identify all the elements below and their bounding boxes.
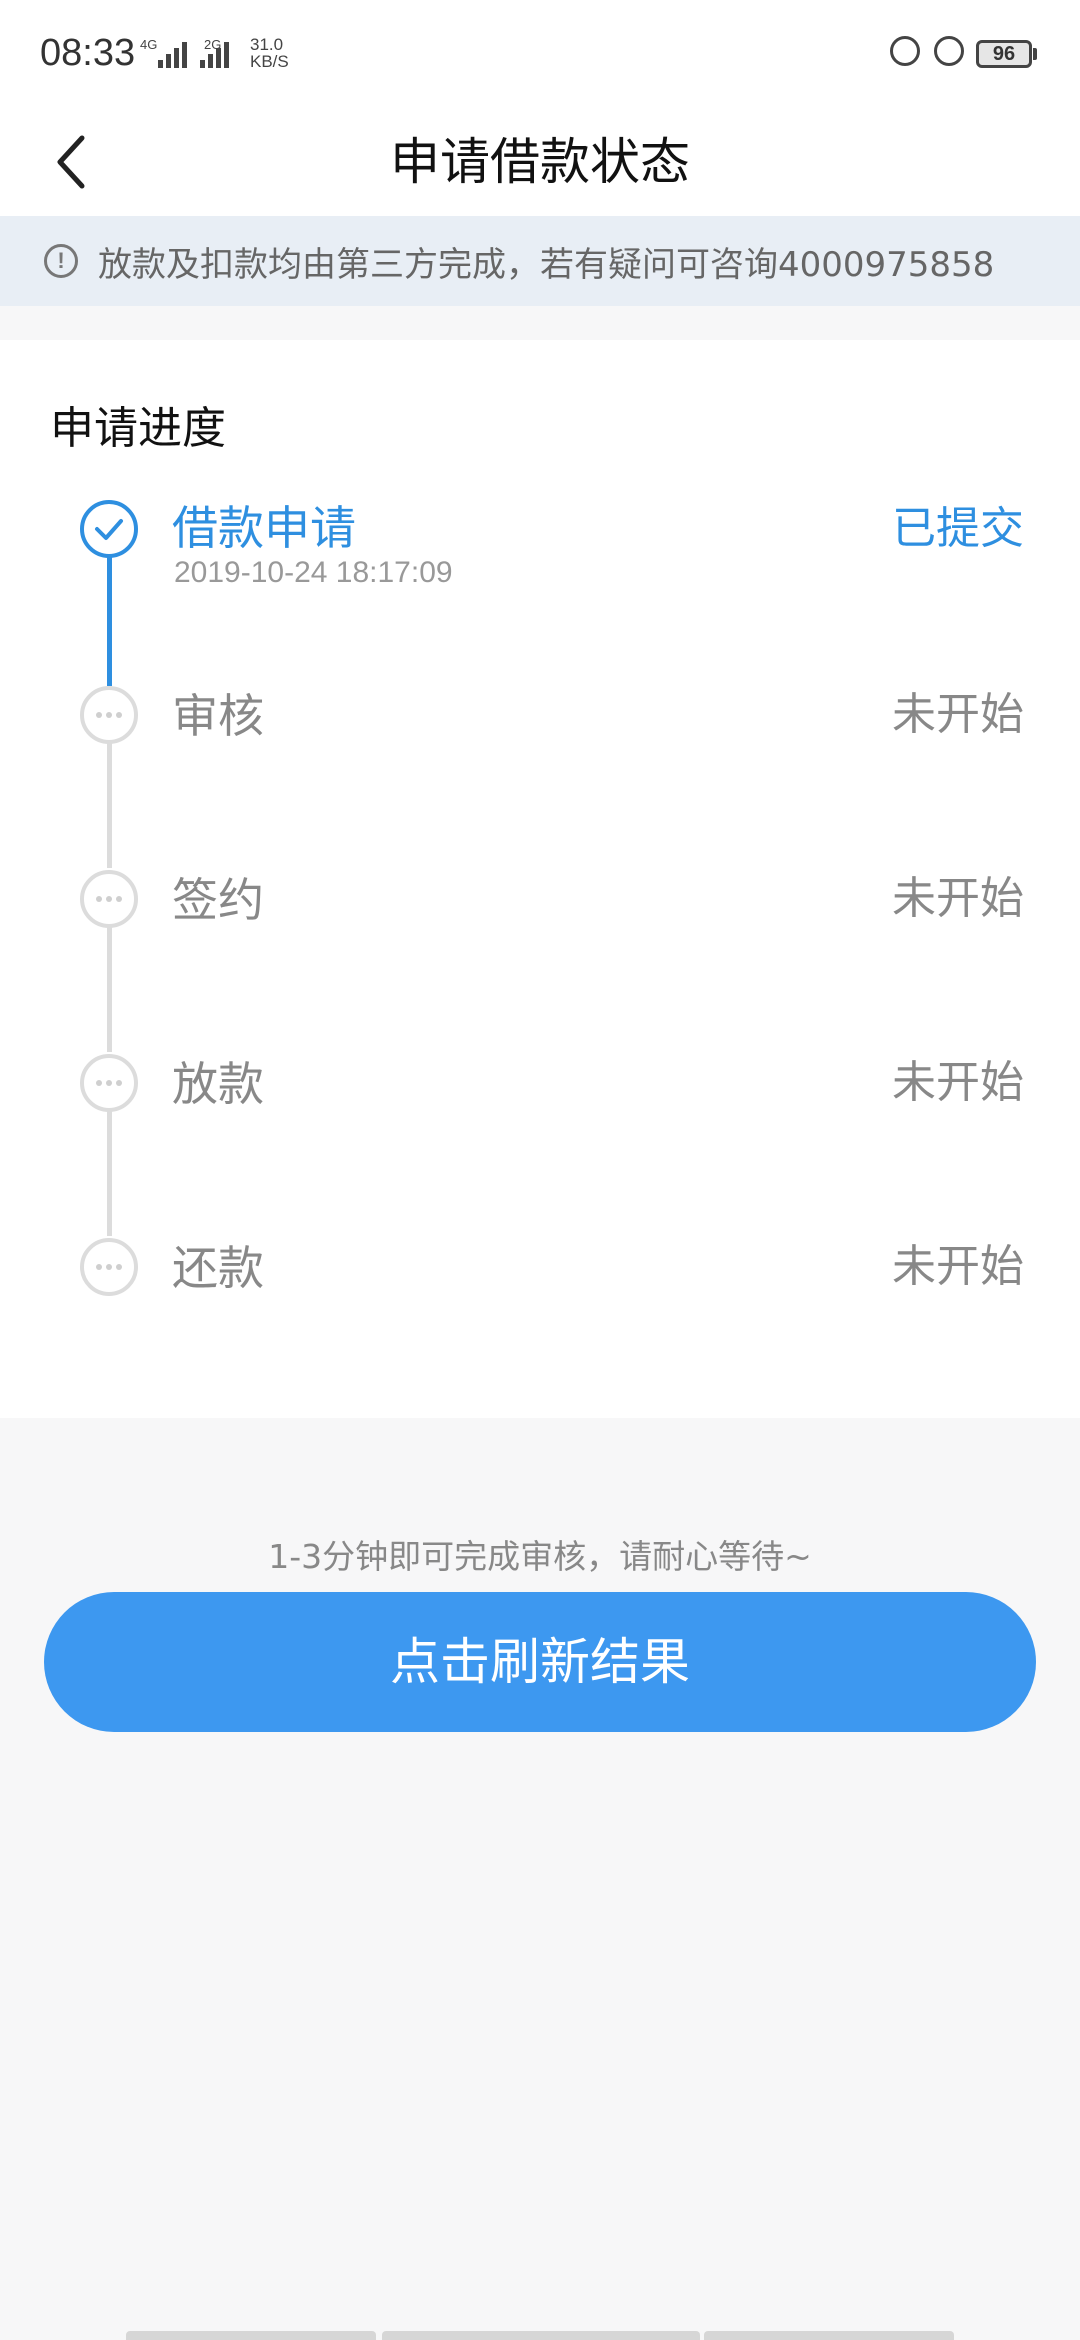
nav-gesture-bar[interactable] [382,2331,700,2340]
nav-gesture-bar[interactable] [126,2331,376,2340]
step-status: 未开始 [892,689,1024,740]
step-repay: 还款 未开始 [0,1232,1080,1332]
status-bar: 08:33 4G 2G 31.0 KB/S 96 [0,0,1080,112]
notice-text: 放款及扣款均由第三方完成，若有疑问可咨询4000975858 [98,244,995,285]
step-loan-application: 借款申请 2019-10-24 18:17:09 已提交 [0,492,1080,592]
lock-icon [890,36,920,66]
step-status: 未开始 [892,1241,1024,1292]
step-sign: 签约 未开始 [0,864,1080,964]
title-bar: 申请借款状态 [0,112,1080,216]
network-type-1: 4G [140,37,158,52]
step-name: 放款 [172,1057,264,1111]
progress-card: 申请进度 借款申请 2019-10-24 18:17:09 已提交 审核 未开始… [0,340,1080,1418]
network-speed-unit: KB/S [250,52,289,71]
signal-icon-2 [200,36,229,68]
pending-dots-icon [80,870,138,928]
nav-gesture-bar[interactable] [704,2331,954,2340]
wait-hint: 1-3分钟即可完成审核，请耐心等待~ [268,1537,812,1576]
step-status: 未开始 [892,873,1024,924]
battery-tip [1033,48,1037,60]
step-name: 还款 [172,1241,264,1295]
battery-icon: 96 [976,40,1032,68]
check-circle-icon [80,500,138,558]
notice-banner: ! 放款及扣款均由第三方完成，若有疑问可咨询4000975858 [0,216,1080,306]
step-review: 审核 未开始 [0,680,1080,780]
pending-dots-icon [80,1238,138,1296]
step-name: 签约 [172,873,264,927]
network-speed-value: 31.0 [250,35,284,54]
pending-dots-icon [80,1054,138,1112]
page-title: 申请借款状态 [390,133,690,191]
network-speed: 31.0 KB/S [250,36,289,70]
section-title: 申请进度 [50,403,226,454]
alarm-icon [934,36,964,66]
signal-icon-1 [158,36,187,68]
step-name: 审核 [172,689,264,743]
status-time: 08:33 [40,32,136,74]
refresh-result-button[interactable]: 点击刷新结果 [44,1592,1036,1732]
step-status: 已提交 [892,503,1024,554]
step-time: 2019-10-24 18:17:09 [174,556,453,589]
check-icon [95,519,123,540]
step-status: 未开始 [892,1057,1024,1108]
step-disburse: 放款 未开始 [0,1048,1080,1148]
info-icon: ! [44,244,78,278]
pending-dots-icon [80,686,138,744]
step-name: 借款申请 [172,501,356,555]
